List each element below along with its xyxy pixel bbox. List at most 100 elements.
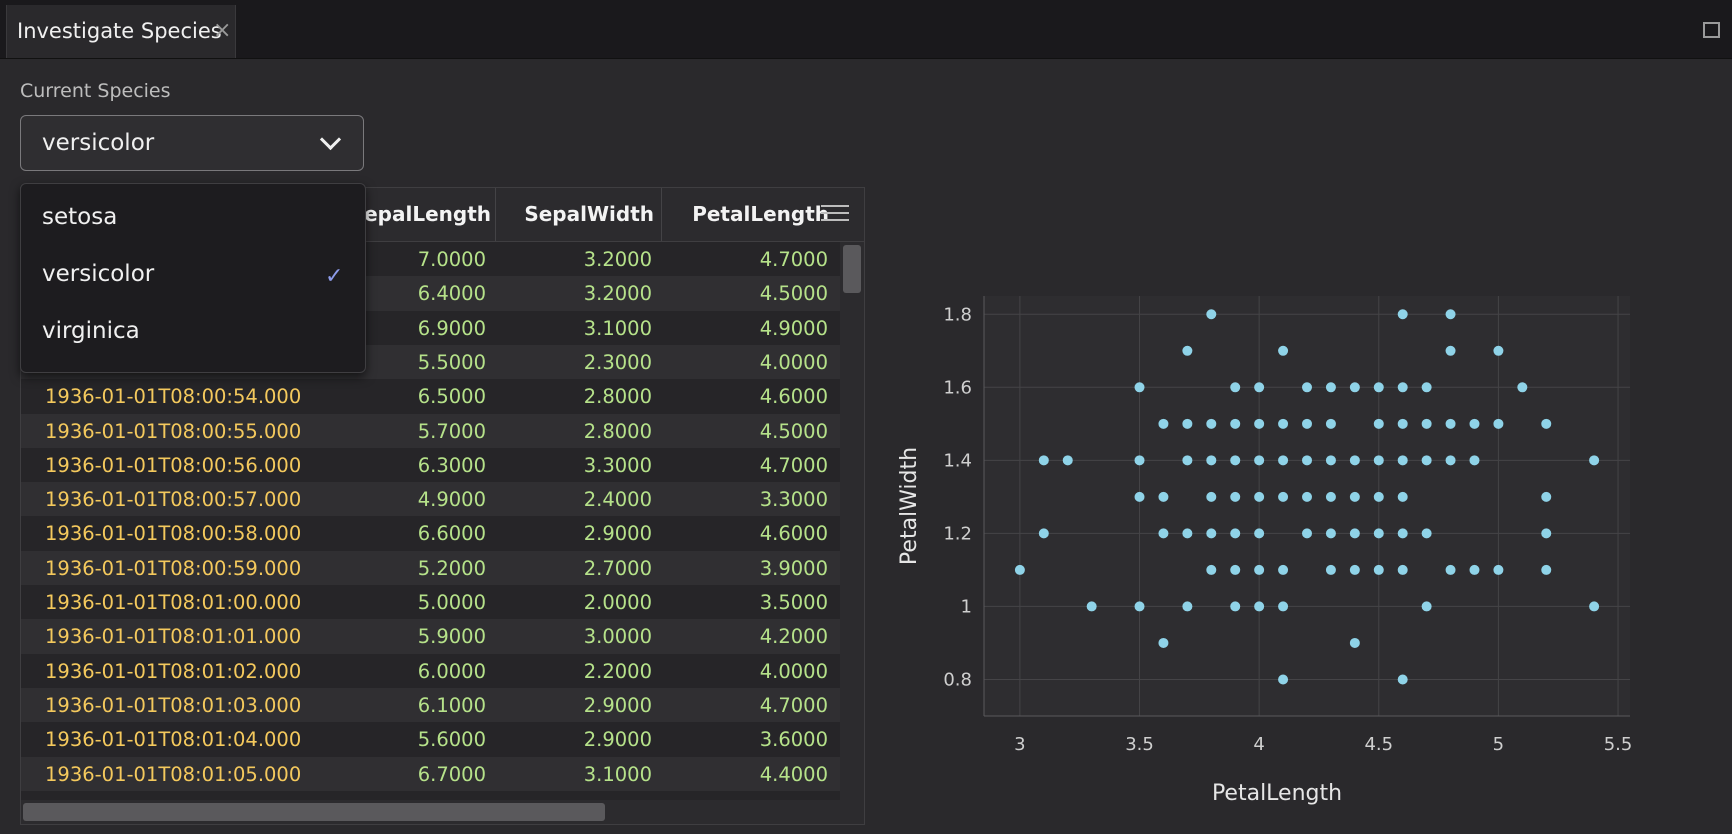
table-row[interactable]: 1936-01-01T08:01:02.000 6.0000 2.2000 4.000… xyxy=(21,654,840,688)
cell-sepallength: 5.6000 xyxy=(417,728,486,752)
data-point xyxy=(1254,382,1265,393)
cell-petallength: 4.5000 xyxy=(759,419,828,443)
cell-sepallength: 6.3000 xyxy=(417,453,486,477)
data-point xyxy=(1254,491,1265,502)
cell-sepalwidth: 2.0000 xyxy=(583,591,652,614)
cell-sepallength: 5.0000 xyxy=(417,591,486,614)
y-tick-label: 1.2 xyxy=(943,523,972,544)
table-row[interactable]: 1936-01-01T08:00:54.000 6.5000 2.8000 4.600… xyxy=(21,379,840,413)
data-point xyxy=(1373,382,1384,393)
data-point xyxy=(1397,309,1408,320)
data-point xyxy=(1254,564,1265,575)
cell-timestamp: 1936-01-01T08:00:57.000 xyxy=(45,488,302,512)
vertical-scrollbar-thumb[interactable] xyxy=(843,245,861,293)
table-row[interactable]: 1936-01-01T08:01:01.000 5.9000 3.0000 4.200… xyxy=(21,619,840,654)
data-point xyxy=(1373,528,1384,539)
menu-icon[interactable] xyxy=(821,205,849,223)
cell-petallength: 4.7000 xyxy=(759,693,828,717)
data-point xyxy=(1158,418,1169,429)
data-point xyxy=(1397,455,1408,466)
column-header-sepallength[interactable]: epalLength xyxy=(346,188,491,241)
horizontal-scrollbar-thumb[interactable] xyxy=(23,803,605,821)
cell-timestamp: 1936-01-01T08:01:00.000 xyxy=(45,591,302,614)
cell-sepalwidth: 2.9000 xyxy=(583,693,652,717)
data-point xyxy=(1254,528,1265,539)
data-point xyxy=(1230,528,1241,539)
data-point xyxy=(1254,418,1265,429)
scatter-plot: 3 3.5 4 4.5 5 5.5 0.8 1 1.2 1.4 1.6 1.8 PetalLength P… xyxy=(880,270,1640,830)
species-select[interactable]: versicolor xyxy=(20,115,364,171)
option-label: versicolor xyxy=(42,261,155,287)
data-point xyxy=(1230,601,1241,612)
data-point xyxy=(1325,491,1336,502)
cell-sepalwidth: 2.4000 xyxy=(583,488,652,512)
data-point xyxy=(1206,455,1217,466)
data-point xyxy=(1373,455,1384,466)
data-point xyxy=(1373,564,1384,575)
chevron-down-icon xyxy=(319,128,342,151)
data-point xyxy=(1325,528,1336,539)
tab-investigate-species[interactable]: Investigate Species × xyxy=(6,5,236,58)
cell-petallength: 4.7000 xyxy=(759,453,828,477)
data-point xyxy=(1349,455,1360,466)
cell-timestamp: 1936-01-01T08:01:02.000 xyxy=(45,659,302,683)
data-point xyxy=(1421,382,1432,393)
table-row[interactable]: 1936-01-01T08:01:04.000 5.6000 2.9000 3.600… xyxy=(21,722,840,756)
data-point xyxy=(1278,491,1289,502)
data-point xyxy=(1182,345,1193,356)
cell-timestamp: 1936-01-01T08:00:55.000 xyxy=(45,419,302,443)
data-point xyxy=(1038,455,1049,466)
x-axis-label: PetalLength xyxy=(1212,781,1342,806)
data-point xyxy=(1493,345,1504,356)
column-divider xyxy=(661,188,662,241)
data-point xyxy=(1182,601,1193,612)
data-point xyxy=(1397,564,1408,575)
maximize-icon[interactable] xyxy=(1703,22,1720,38)
data-point xyxy=(1493,564,1504,575)
plot-area xyxy=(984,296,1630,716)
cell-timestamp: 1936-01-01T08:00:58.000 xyxy=(45,522,302,546)
data-point xyxy=(1254,455,1265,466)
data-point xyxy=(1373,418,1384,429)
data-point xyxy=(1421,528,1432,539)
option-setosa[interactable]: setosa xyxy=(21,190,365,247)
x-tick-label: 4 xyxy=(1253,734,1264,755)
close-icon[interactable]: × xyxy=(213,18,231,43)
cell-petallength: 4.4000 xyxy=(759,762,828,786)
cell-timestamp: 1936-01-01T08:01:05.000 xyxy=(45,762,302,786)
table-row[interactable]: 1936-01-01T08:00:58.000 6.6000 2.9000 4.600… xyxy=(21,516,840,550)
vertical-scrollbar[interactable] xyxy=(840,242,864,800)
y-tick-label: 1.6 xyxy=(943,377,972,398)
data-point xyxy=(1397,674,1408,685)
data-point xyxy=(1014,564,1025,575)
table-row[interactable]: 1936-01-01T08:00:59.000 5.2000 2.7000 3.900… xyxy=(21,550,840,585)
y-tick-label: 1.4 xyxy=(943,450,972,471)
data-point xyxy=(1302,382,1312,393)
option-versicolor[interactable]: versicolor ✓ xyxy=(21,247,365,304)
column-header-sepalwidth[interactable]: SepalWidth xyxy=(499,188,654,241)
data-point xyxy=(1445,418,1456,429)
table-row[interactable]: 1936-01-01T08:01:03.000 6.1000 2.9000 4.700… xyxy=(21,687,840,723)
cell-sepalwidth: 2.9000 xyxy=(583,728,652,752)
data-point xyxy=(1134,601,1145,612)
data-point xyxy=(1206,564,1217,575)
table-row[interactable]: 1936-01-01T08:01:05.000 6.7000 3.1000 4.400… xyxy=(21,756,840,791)
option-virginica[interactable]: virginica xyxy=(21,304,365,361)
data-point xyxy=(1421,601,1432,612)
table-row[interactable]: 1936-01-01T08:00:55.000 5.7000 2.8000 4.500… xyxy=(21,413,840,448)
cell-sepalwidth: 2.9000 xyxy=(583,522,652,546)
table-row[interactable]: 1936-01-01T08:01:00.000 5.0000 2.0000 3.500… xyxy=(21,585,840,619)
cell-sepallength: 5.7000 xyxy=(417,419,486,443)
table-row[interactable]: 1936-01-01T08:00:57.000 4.9000 2.4000 3.300… xyxy=(21,482,840,517)
cell-petallength: 4.5000 xyxy=(759,282,828,306)
cell-sepalwidth: 2.2000 xyxy=(583,659,652,683)
table-row[interactable]: 1936-01-01T08:00:56.000 6.3000 3.3000 4.700… xyxy=(21,448,840,482)
data-point xyxy=(1254,601,1265,612)
data-point xyxy=(1230,418,1241,429)
column-header-petallength[interactable]: PetalLength xyxy=(666,188,829,241)
cell-timestamp: 1936-01-01T08:00:56.000 xyxy=(45,453,302,477)
data-point xyxy=(1397,491,1408,502)
data-point xyxy=(1230,491,1241,502)
cell-sepallength: 6.1000 xyxy=(417,693,486,717)
cell-sepallength: 6.4000 xyxy=(417,282,486,306)
